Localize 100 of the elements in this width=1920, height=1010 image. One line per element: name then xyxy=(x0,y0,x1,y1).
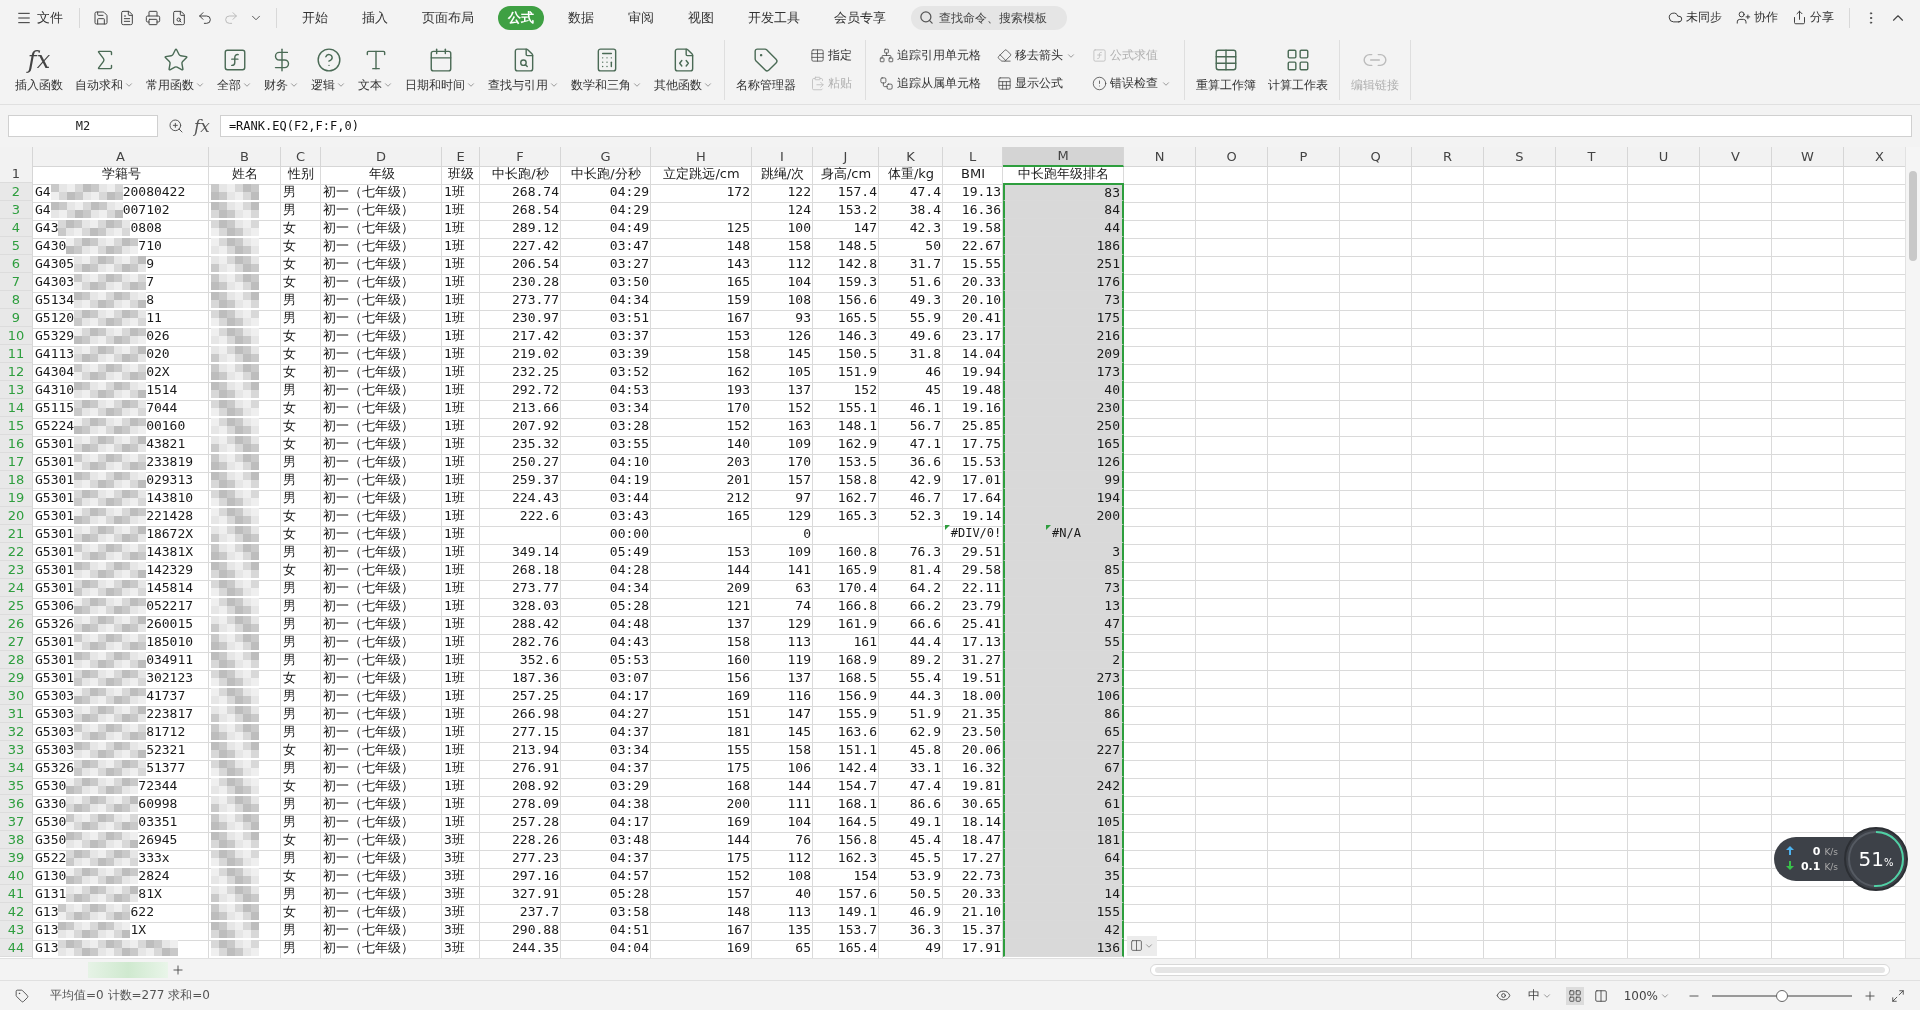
table-cell-text: 55.9 xyxy=(908,309,942,327)
table-cell-text: 初一（七年级） xyxy=(322,471,415,489)
blur-mosaic xyxy=(211,561,259,578)
ribbon-button[interactable]: 重算工作簿 xyxy=(1191,41,1261,98)
table-cell-text: 04:37 xyxy=(608,723,650,741)
input-mode-button[interactable]: 中 xyxy=(1521,986,1558,1005)
ribbon-button[interactable]: 自动求和 xyxy=(70,41,139,98)
ribbon-tab[interactable]: 页面布局 xyxy=(412,6,484,30)
table-cell-text: 154.7 xyxy=(836,777,878,795)
paste-options-button[interactable] xyxy=(1127,935,1157,956)
blur-mosaic xyxy=(211,651,259,668)
column-header[interactable]: H xyxy=(651,146,752,167)
column-header[interactable]: D xyxy=(321,146,442,167)
zoom-icon[interactable] xyxy=(168,117,184,134)
table-cell-text: 213.94 xyxy=(511,741,560,759)
ribbon-button[interactable]: 其他函数 xyxy=(649,41,718,98)
table-cell-text: 167 xyxy=(725,309,751,327)
column-header[interactable]: N xyxy=(1124,146,1196,167)
toolbar-button[interactable]: 分享 xyxy=(1787,7,1839,29)
column-header[interactable]: V xyxy=(1700,146,1772,167)
grid-view-icon[interactable] xyxy=(1565,986,1584,1005)
ribbon-button[interactable]: 追踪引用单元格 xyxy=(876,45,984,67)
vertical-scrollbar[interactable] xyxy=(1905,146,1920,959)
table-cell-text: 女 xyxy=(282,903,297,921)
table-cell-text: 257.28 xyxy=(511,813,560,831)
ribbon-tab[interactable]: 视图 xyxy=(678,6,724,30)
file-menu[interactable]: 文件 xyxy=(10,6,69,30)
table-cell-text: 男 xyxy=(282,201,297,219)
cell-text: G5301 xyxy=(35,525,75,543)
table-cell-text: 03:47 xyxy=(608,237,650,255)
ribbon-button[interactable]: 常用函数 xyxy=(141,41,210,98)
table-cell-text: 51.6 xyxy=(908,273,942,291)
ribbon-button[interactable]: 名称管理器 xyxy=(731,41,801,98)
cell-text: 034911 xyxy=(146,651,194,669)
column-header[interactable]: S xyxy=(1484,146,1556,167)
ribbon-tab[interactable]: 审阅 xyxy=(618,6,664,30)
column-header[interactable]: G xyxy=(561,146,651,167)
column-header[interactable]: C xyxy=(281,146,321,167)
ribbon-button[interactable]: 指定 xyxy=(807,45,855,67)
column-header[interactable]: W xyxy=(1772,146,1844,167)
column-header[interactable]: U xyxy=(1628,146,1700,167)
column-header[interactable]: B xyxy=(209,146,281,167)
column-header[interactable]: E xyxy=(442,146,480,167)
ribbon-button[interactable]: 日期和时间 xyxy=(400,41,481,98)
column-header[interactable]: T xyxy=(1556,146,1628,167)
column-header[interactable]: K xyxy=(879,146,943,167)
ribbon-button[interactable]: 文本 xyxy=(353,41,398,98)
toolbar-button[interactable]: 未同步 xyxy=(1663,7,1727,29)
zoom-level-button[interactable]: 100% xyxy=(1617,987,1676,1004)
column-header[interactable]: M xyxy=(1003,146,1124,167)
table-cell-text: 187.36 xyxy=(511,669,560,687)
blur-mosaic xyxy=(211,435,259,452)
column-header[interactable]: P xyxy=(1268,146,1340,167)
ribbon-button[interactable]: 查找与引用 xyxy=(483,41,564,98)
table-cell-text: 97 xyxy=(794,489,812,507)
table-cell-text: 03:52 xyxy=(608,363,650,381)
ribbon-button[interactable]: 追踪从属单元格 xyxy=(876,73,984,95)
table-cell-text: 17.01 xyxy=(960,471,1002,489)
ribbon-tab[interactable]: 开始 xyxy=(292,6,338,30)
column-header[interactable]: R xyxy=(1412,146,1484,167)
table-cell-text: 04:43 xyxy=(608,633,650,651)
ribbon-tab[interactable]: 插入 xyxy=(352,6,398,30)
cell-text: 710 xyxy=(138,237,162,255)
ribbon-tab[interactable]: 开发工具 xyxy=(738,6,810,30)
column-header[interactable]: F xyxy=(480,146,561,167)
column-header[interactable]: O xyxy=(1196,146,1268,167)
table-cell-text: 163 xyxy=(786,417,812,435)
column-header[interactable]: L xyxy=(943,146,1003,167)
ribbon-button[interactable]: 全部 xyxy=(212,41,257,98)
blur-mosaic xyxy=(211,525,259,542)
column-header[interactable]: Q xyxy=(1340,146,1412,167)
ribbon-button[interactable]: fx 插入函数 xyxy=(10,41,68,98)
ribbon-button[interactable]: 计算工作表 xyxy=(1263,41,1333,98)
ribbon-tab[interactable]: 会员专享 xyxy=(824,6,896,30)
table-cell-text: 50.5 xyxy=(908,885,942,903)
horizontal-scrollbar[interactable] xyxy=(1150,963,1890,976)
slider-thumb[interactable] xyxy=(1776,989,1788,1002)
table-cell-text: 03:44 xyxy=(608,489,650,507)
table-cell-text: 1班 xyxy=(443,813,466,831)
function-label[interactable]: fx xyxy=(194,115,210,136)
column-header[interactable]: A xyxy=(33,146,209,167)
table-cell-text: 38.4 xyxy=(908,201,942,219)
ribbon-button[interactable]: 错误检查 xyxy=(1089,73,1174,95)
name-box[interactable]: M2 xyxy=(8,114,158,137)
column-title: 中长跑/分秒 xyxy=(570,165,642,183)
column-header[interactable]: X xyxy=(1844,146,1905,167)
table-cell-text: 108 xyxy=(786,291,812,309)
ribbon-button[interactable]: 移去箭头 xyxy=(994,45,1079,67)
column-header[interactable]: I xyxy=(752,146,813,167)
column-header[interactable]: J xyxy=(813,146,879,167)
search-field[interactable]: 查找命令、搜索模板 xyxy=(911,6,1067,30)
ribbon-tab[interactable]: 数据 xyxy=(558,6,604,30)
ribbon-button[interactable]: 显示公式 xyxy=(994,73,1079,95)
ribbon-button[interactable]: 逻辑 xyxy=(306,41,351,98)
toolbar-button[interactable]: 协作 xyxy=(1731,7,1783,29)
formula-field[interactable]: =RANK.EQ(F2,F:F,0) xyxy=(219,114,1912,137)
ribbon-button[interactable]: 数学和三角 xyxy=(566,41,647,98)
table-cell-text: 153.5 xyxy=(836,453,878,471)
table-cell-text: 168.9 xyxy=(836,651,878,669)
ribbon-button[interactable]: 财务 xyxy=(259,41,304,98)
